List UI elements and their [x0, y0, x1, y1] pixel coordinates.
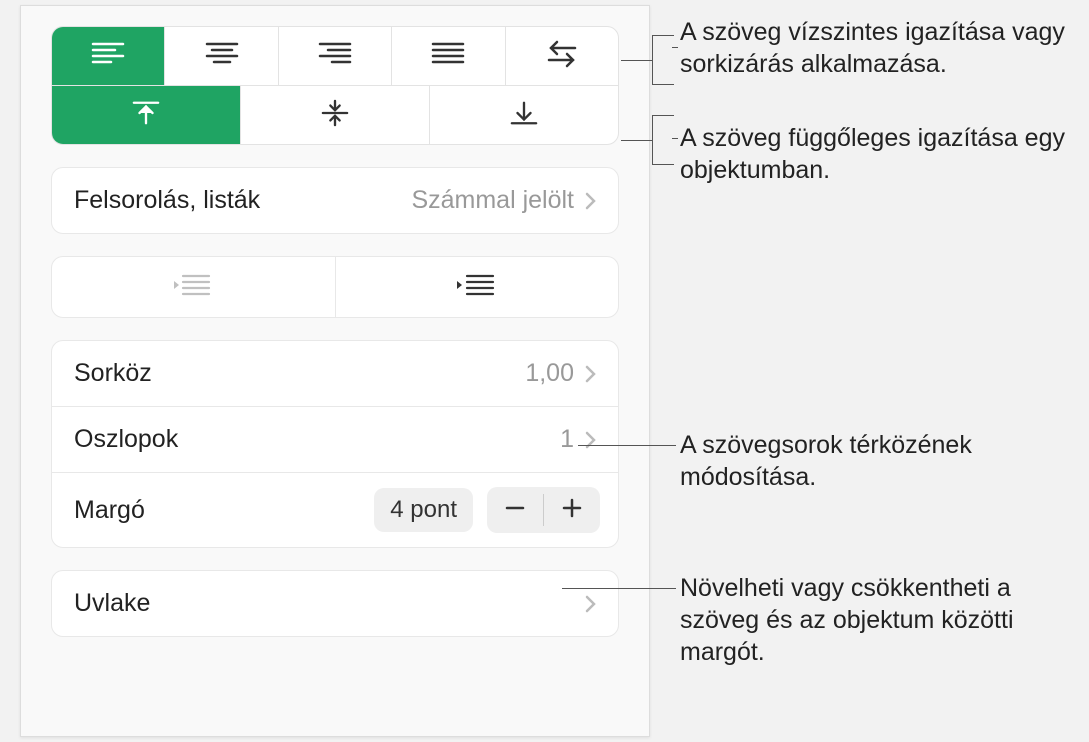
align-center-button[interactable]	[165, 27, 278, 85]
dropcaps-label: Uvlake	[74, 589, 150, 618]
text-direction-button[interactable]	[506, 27, 618, 85]
minus-icon	[504, 497, 526, 524]
bullets-lists-value-group: Számmal jelölt	[411, 186, 596, 215]
margin-decrease-button[interactable]	[487, 487, 543, 533]
valign-top-button[interactable]	[52, 86, 241, 144]
valign-bottom-icon	[507, 99, 541, 132]
outdent-icon	[173, 271, 213, 304]
chevron-right-icon	[584, 192, 596, 210]
leader-spacing	[578, 445, 676, 446]
margin-label: Margó	[74, 496, 145, 525]
dropcaps-card: Uvlake	[51, 570, 619, 637]
align-right-icon	[318, 40, 352, 73]
text-direction-icon	[545, 40, 579, 73]
bracket-horiz	[652, 35, 674, 85]
bracket-vert	[652, 115, 674, 165]
align-justify-icon	[431, 40, 465, 73]
bullets-lists-row[interactable]: Felsorolás, listák Számmal jelölt	[52, 168, 618, 233]
format-panel: Felsorolás, listák Számmal jelölt	[20, 5, 650, 737]
align-left-button[interactable]	[52, 27, 165, 85]
leader-vert-to-text	[672, 138, 678, 139]
columns-row[interactable]: Oszlopok 1	[52, 407, 618, 473]
leader-margin	[562, 588, 676, 589]
align-center-icon	[205, 40, 239, 73]
columns-label: Oszlopok	[74, 425, 178, 454]
callout-margin: Növelheti vagy csökkentheti a szöveg és …	[680, 572, 1080, 668]
leader-horiz	[621, 60, 652, 61]
indent-button[interactable]	[336, 257, 619, 317]
align-justify-button[interactable]	[392, 27, 505, 85]
line-spacing-value: 1,00	[525, 359, 574, 388]
bullets-lists-card: Felsorolás, listák Számmal jelölt	[51, 167, 619, 234]
margin-value: 4 pont	[374, 488, 473, 532]
indent-group	[51, 256, 619, 318]
outdent-button[interactable]	[52, 257, 336, 317]
line-spacing-label: Sorköz	[74, 359, 152, 388]
bullets-lists-label: Felsorolás, listák	[74, 186, 260, 215]
valign-top-icon	[129, 99, 163, 132]
bullets-lists-value: Számmal jelölt	[411, 186, 574, 215]
vertical-align-group	[51, 86, 619, 145]
leader-horiz-to-text	[672, 47, 678, 48]
leader-vert	[621, 140, 652, 141]
align-right-button[interactable]	[279, 27, 392, 85]
plus-icon	[561, 497, 583, 524]
spacing-card: Sorköz 1,00 Oszlopok 1 Margó	[51, 340, 619, 548]
callout-line-spacing: A szövegsorok térközének módosítása.	[680, 429, 1060, 493]
margin-increase-button[interactable]	[544, 487, 600, 533]
panel-content: Felsorolás, listák Számmal jelölt	[21, 6, 649, 736]
chevron-right-icon	[584, 595, 596, 613]
line-spacing-row[interactable]: Sorköz 1,00	[52, 341, 618, 407]
align-left-icon	[91, 40, 125, 73]
chevron-right-icon	[584, 365, 596, 383]
dropcaps-row[interactable]: Uvlake	[52, 571, 618, 636]
indent-icon	[457, 271, 497, 304]
columns-value: 1	[560, 425, 574, 454]
horizontal-align-group	[51, 26, 619, 86]
margin-stepper	[487, 487, 600, 533]
callout-horizontal-align: A szöveg vízszintes igazítása vagy sorki…	[680, 16, 1085, 80]
valign-middle-button[interactable]	[241, 86, 430, 144]
callout-vertical-align: A szöveg függőleges igazítása egy objekt…	[680, 122, 1085, 186]
valign-middle-icon	[318, 99, 352, 132]
margin-row: Margó 4 pont	[52, 473, 618, 547]
valign-bottom-button[interactable]	[430, 86, 618, 144]
